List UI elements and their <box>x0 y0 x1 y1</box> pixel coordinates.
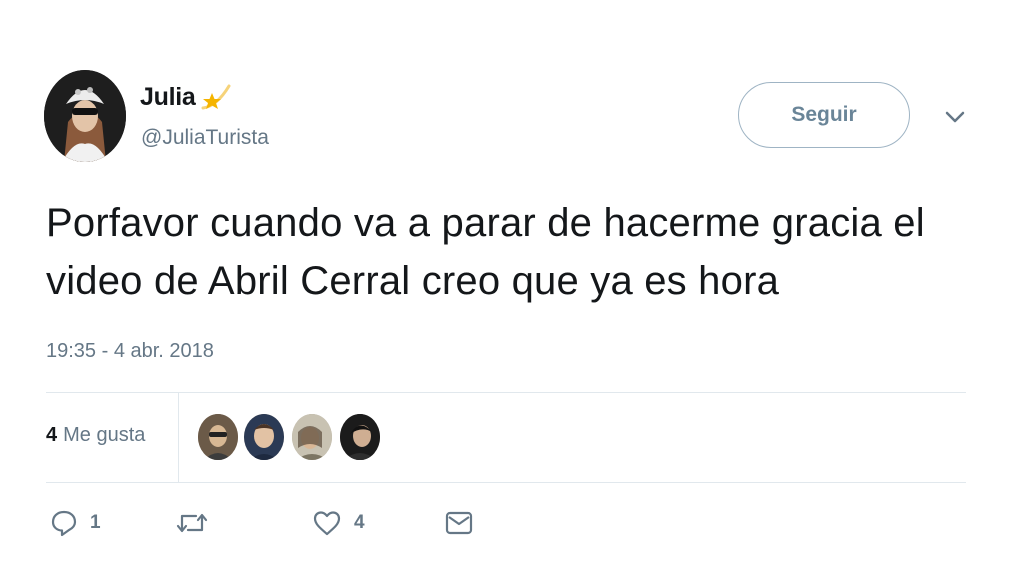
retweet-icon <box>174 508 210 538</box>
user-name-row: Julia <box>140 80 233 114</box>
reply-icon <box>50 508 78 538</box>
chevron-down-icon[interactable] <box>940 104 970 130</box>
tweet-text: Porfavor cuando va a parar de hacerme gr… <box>46 201 925 303</box>
divider <box>46 392 966 393</box>
follow-button[interactable]: Seguir <box>738 82 910 148</box>
shooting-star-icon <box>199 80 233 114</box>
liker-avatar-4[interactable] <box>340 414 380 460</box>
stats-divider <box>178 393 179 482</box>
heart-icon <box>312 508 342 538</box>
envelope-icon <box>444 508 474 538</box>
reply-count: 1 <box>90 512 101 533</box>
retweet-button[interactable] <box>174 508 222 538</box>
reply-button[interactable]: 1 <box>50 508 101 538</box>
liker-avatar-3[interactable] <box>292 414 332 460</box>
likes-label: Me gusta <box>63 424 146 446</box>
likes-stat[interactable]: 4 Me gusta <box>46 424 145 447</box>
liker-avatar-1[interactable] <box>198 414 238 460</box>
like-count: 4 <box>354 512 365 533</box>
user-handle[interactable]: @JuliaTurista <box>141 126 269 150</box>
tweet-timestamp[interactable]: 19:35 - 4 abr. 2018 <box>46 340 214 363</box>
divider <box>46 482 966 483</box>
like-button[interactable]: 4 <box>312 508 365 538</box>
display-name[interactable]: Julia <box>140 83 196 112</box>
liker-avatar-2[interactable] <box>244 414 284 460</box>
user-avatar[interactable] <box>44 70 126 162</box>
tweet-card: Julia @JuliaTurista Seguir Porfavor cuan… <box>0 0 1024 576</box>
likes-count: 4 <box>46 424 58 446</box>
direct-message-button[interactable] <box>444 508 474 538</box>
